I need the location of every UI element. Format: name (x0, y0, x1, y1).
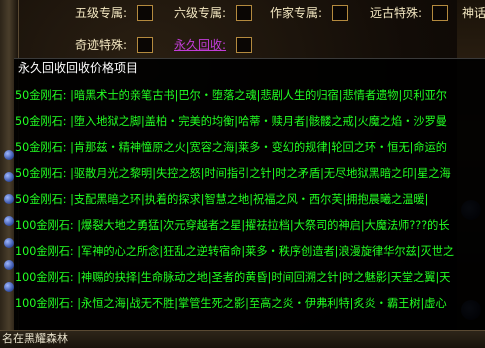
slot-label-ancient: 远古特殊: (370, 6, 423, 20)
second-slot-row: 奇迹特殊: 永久回收: (0, 34, 485, 56)
permanent-recycle-link[interactable]: 永久回收: (174, 34, 226, 56)
price-row: 100金刚石: |神赐的抉择|生命脉动之地|圣者的黄昏|时间回溯之针|时之魅影|… (15, 271, 451, 284)
bead-icon (4, 216, 14, 226)
price-row: 50金刚石: |驱散月光之黎明|失控之怒|时间指引之针|时之矛盾|无尽地狱黑暗之… (15, 167, 451, 180)
bead-icon (4, 150, 14, 160)
bead-icon (4, 194, 14, 204)
slot-permanent-recycle[interactable] (236, 37, 252, 53)
tooltip-title: 永久回收回收价格项目 (18, 61, 139, 75)
recycle-price-tooltip: 永久回收回收价格项目 50金刚石: |暗黑术士的亲笔古书|巴尔・堕落之魂|悲剧人… (14, 58, 485, 331)
bead-icon (4, 172, 14, 182)
slot-writer[interactable] (332, 5, 348, 21)
price-row: 100金刚石: |军神的心之所念|狂乱之逆转宿命|莱多・秩序创造者|浪漫旋律华尔… (15, 245, 455, 258)
price-row: 100金刚石: |爆裂大地之勇猛|次元穿越者之星|擢祛拉档|大祭司的神启|大魔法… (15, 219, 450, 232)
slot-label-level5: 五级专属: (75, 6, 128, 20)
slot-ancient[interactable] (432, 5, 448, 21)
price-list: 50金刚石: |暗黑术士的亲笔古书|巴尔・堕落之魂|悲剧人生的归宿|悲情者遗物|… (14, 83, 485, 317)
location-text: 名在黑耀森林 (2, 332, 68, 345)
bottom-status-bar: 名在黑耀森林 (0, 330, 485, 348)
slot-label-myth: 神话 (462, 6, 485, 20)
bead-icon (4, 260, 14, 270)
slot-label-writer: 作家专属: (270, 6, 323, 20)
slot-label-miracle: 奇迹特殊: (75, 38, 128, 52)
price-row: 50金刚石: |肯那兹・精神憧原之火|宽容之海|莱多・变幻的规律|轮回之环・恒无… (15, 141, 447, 154)
bead-icon (4, 238, 14, 248)
slot-label-level6: 六级专属: (174, 6, 227, 20)
price-row: 100金刚石: |永恒之海|战无不胜|掌管生死之影|至高之炎・伊弗利特|炙炎・霸… (15, 297, 447, 310)
price-row: 50金刚石: |堕入地狱之脚|盖柏・完美的均衡|哈蒂・赎月者|骸髅之戒|火魔之焰… (15, 115, 447, 128)
slot-miracle[interactable] (137, 37, 153, 53)
bead-icon (4, 282, 14, 292)
price-row: 50金刚石: |暗黑术士的亲笔古书|巴尔・堕落之魂|悲剧人生的归宿|悲情者遗物|… (15, 89, 447, 102)
slot-level6[interactable] (236, 5, 252, 21)
slot-level5[interactable] (137, 5, 153, 21)
top-slot-row: 五级专属: 六级专属: 作家专属: 远古特殊: 神话 (0, 2, 485, 24)
price-row: 50金刚石: |支配黑暗之环|执着的探求|智慧之地|祝福之风・西尔芙|拥抱晨曦之… (15, 193, 429, 206)
